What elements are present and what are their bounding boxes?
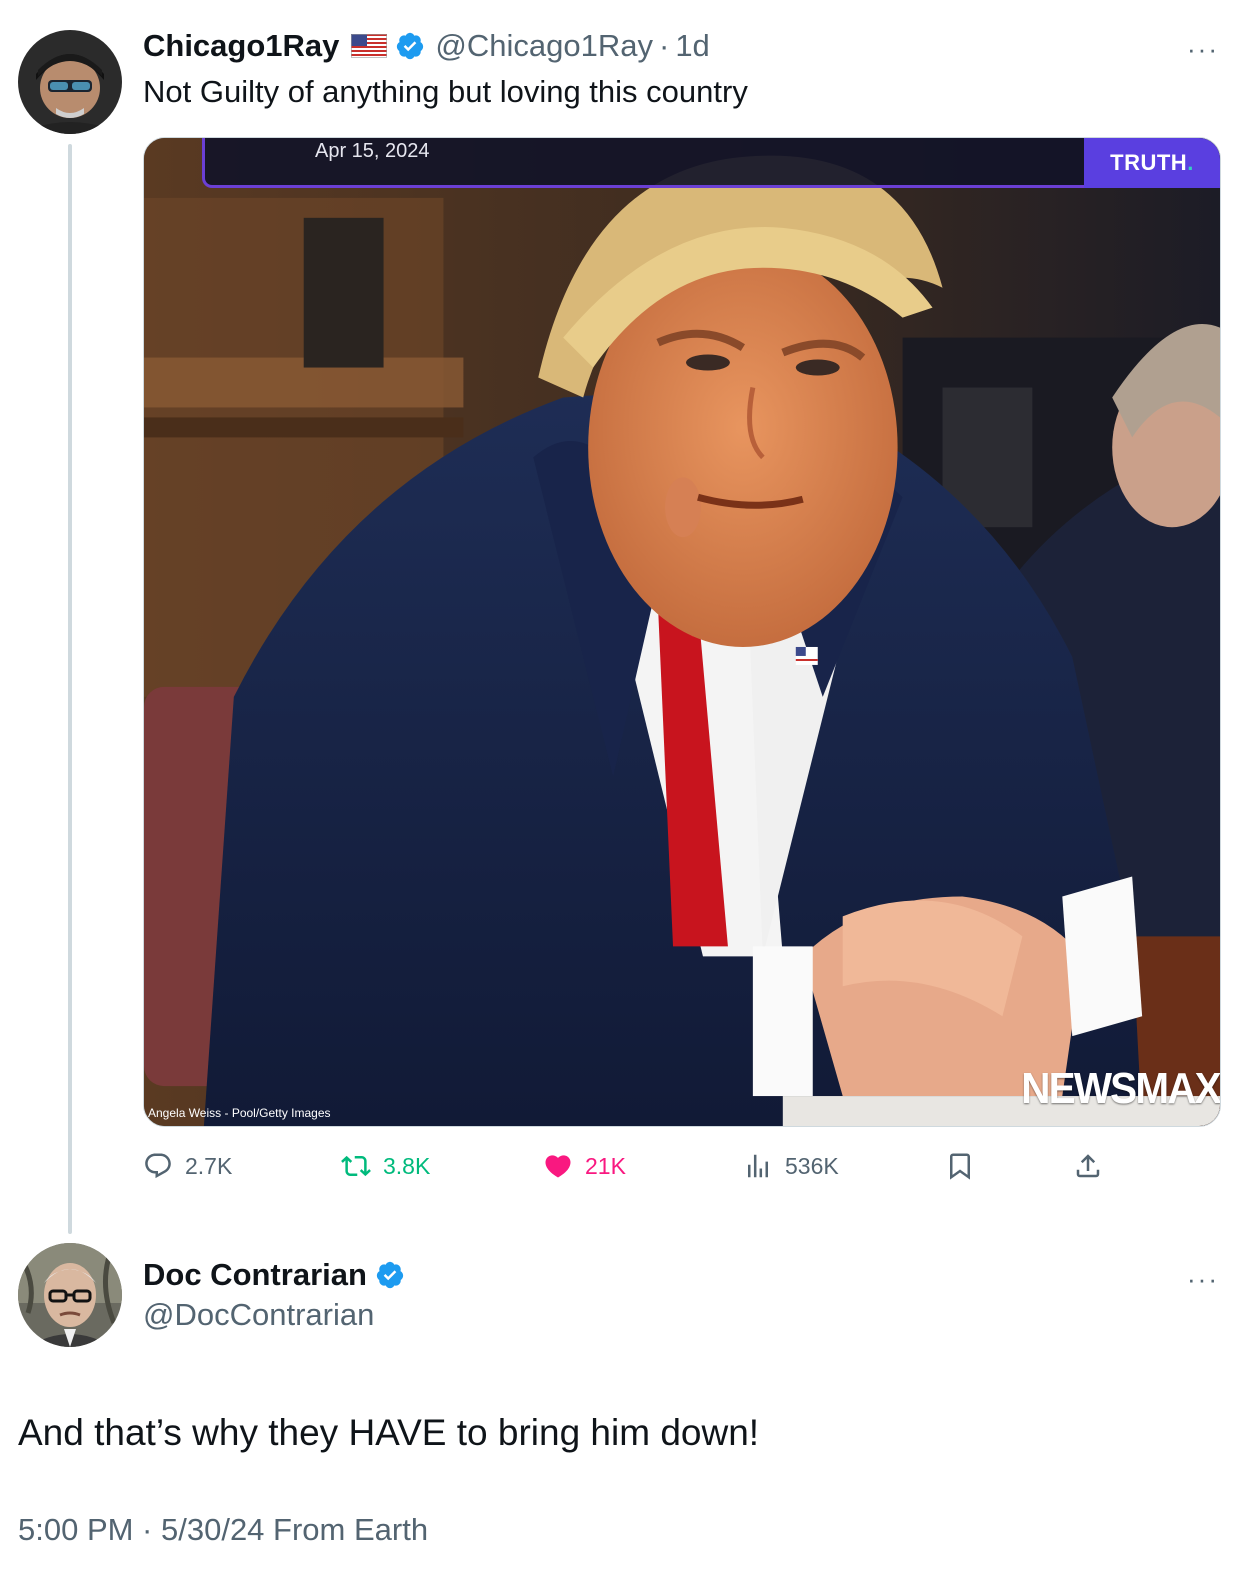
author-handle[interactable]: @Chicago1Ray <box>435 28 653 64</box>
bookmark-button[interactable] <box>945 1146 987 1186</box>
truth-social-badge: TRUTH. <box>1084 138 1220 188</box>
us-flag-icon <box>351 34 388 58</box>
heart-filled-icon <box>545 1155 571 1178</box>
reply-more-options-icon[interactable]: ··· <box>1187 1266 1219 1292</box>
reply-author-handle[interactable]: @DocContrarian <box>143 1297 374 1333</box>
share-button[interactable] <box>1073 1146 1115 1186</box>
reply-author-name[interactable]: Doc Contrarian <box>143 1257 367 1293</box>
truth-badge-text: TRUTH <box>1110 150 1188 175</box>
truth-badge-dot: . <box>1187 150 1194 175</box>
like-count: 21K <box>585 1152 626 1179</box>
views-chart-icon <box>748 1154 768 1178</box>
repost-count: 3.8K <box>383 1152 431 1179</box>
date-overlay-text: Apr 15, 2024 <box>315 140 430 162</box>
reply-count: 2.7K <box>185 1152 233 1179</box>
tweet-media-photo[interactable]: Apr 15, 2024 TRUTH. Angela Weiss - Pool/… <box>143 137 1221 1127</box>
courtroom-photo <box>144 138 1220 1126</box>
repost-button[interactable]: 3.8K <box>341 1146 430 1186</box>
verified-badge-icon[interactable] <box>395 31 425 61</box>
views-count: 536K <box>785 1152 839 1179</box>
views-button[interactable]: 536K <box>743 1146 839 1186</box>
relative-timestamp[interactable]: 1d <box>675 28 709 64</box>
separator-dot: · <box>658 28 670 63</box>
tweet-actions-bar: 2.7K 3.8K 21K 536K <box>143 1146 1123 1186</box>
date-overlay-bar: Apr 15, 2024 <box>202 138 1182 188</box>
repost-icon <box>341 1155 371 1177</box>
author-avatar[interactable] <box>18 30 122 134</box>
tweet-header: Chicago1Ray @Chicago1Ray · 1d <box>143 26 710 66</box>
like-button[interactable]: 21K <box>543 1146 626 1186</box>
author-name[interactable]: Chicago1Ray <box>143 28 339 64</box>
thread-connector-line <box>68 144 72 1234</box>
photo-credit: Angela Weiss - Pool/Getty Images <box>148 1106 331 1120</box>
share-icon <box>1076 1154 1100 1178</box>
more-options-icon[interactable]: ··· <box>1187 36 1219 62</box>
reply-text: And that’s why they HAVE to bring him do… <box>18 1412 760 1453</box>
bookmark-icon <box>950 1153 970 1180</box>
reply-author-avatar[interactable] <box>18 1243 122 1347</box>
reply-button[interactable]: 2.7K <box>143 1146 232 1186</box>
reply-icon <box>145 1153 171 1179</box>
reply-timestamp[interactable]: 5:00 PM · 5/30/24 From Earth <box>18 1512 428 1548</box>
reply-header: Doc Contrarian <box>143 1255 405 1295</box>
newsmax-watermark: NEWSMAX <box>1021 1064 1220 1113</box>
tweet-text: Not Guilty of anything but loving this c… <box>143 74 748 109</box>
verified-badge-icon[interactable] <box>375 1260 405 1290</box>
